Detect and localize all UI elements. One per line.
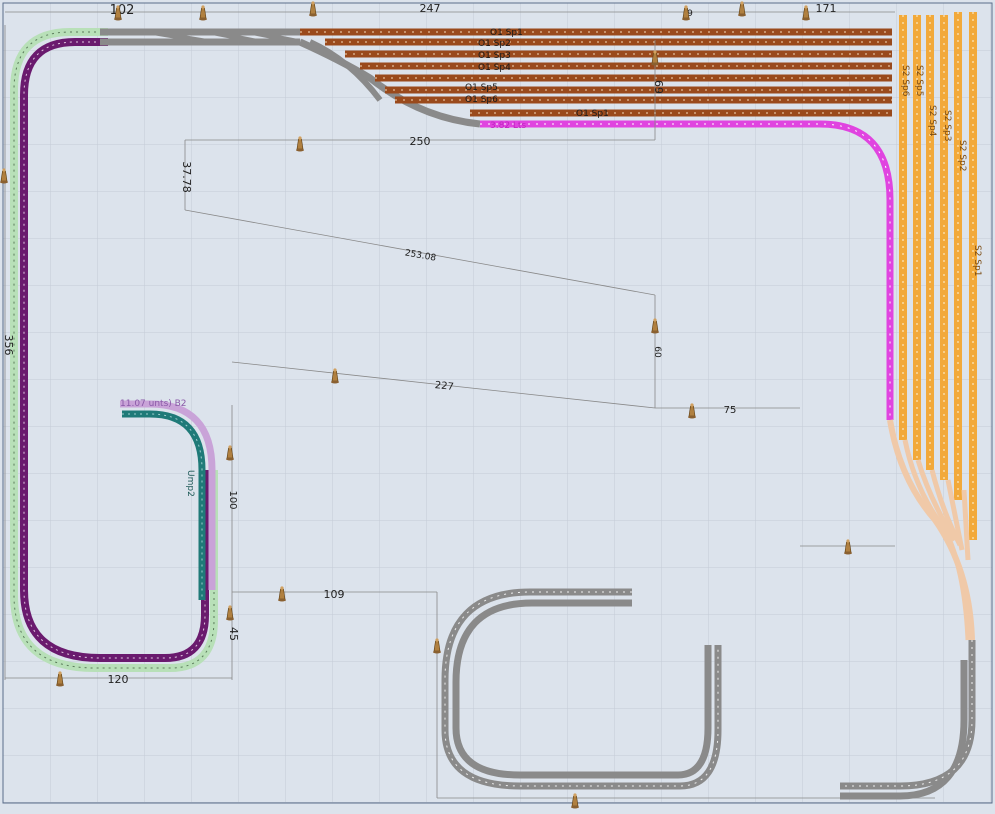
track-plan-svg: 102 247 9 171 250 69 37.78 253.08 60 227…	[0, 0, 995, 810]
dim-bottom-120: 120	[108, 673, 129, 686]
dim-top-left: 102	[110, 3, 135, 18]
label-loop-purple: 11.07 unts) B2	[120, 399, 187, 409]
dim-loop-45: 45	[227, 627, 240, 641]
label-o1-sp6: O1 Sp6	[465, 95, 498, 105]
label-o1-sp3: O1 Sp3	[478, 51, 511, 61]
dim-left-vertical: 37.78	[180, 161, 193, 193]
dim-top-mid: 247	[420, 2, 441, 15]
dim-left-356: 356	[2, 335, 15, 356]
label-loop-teal: Ump2	[185, 470, 195, 497]
dim-small-69: 69	[652, 80, 665, 94]
label-pink: 3.82 Lts	[490, 121, 526, 131]
label-o1-sp1: O1 Sp1	[490, 28, 523, 38]
dim-mid-diag: 227	[434, 380, 454, 393]
dim-top-right: 171	[816, 2, 837, 15]
label-s2-sp1: S2 Sp1	[972, 245, 982, 276]
dim-right-60: 60	[652, 346, 662, 358]
label-o1-sp5: O1 Sp5	[465, 83, 498, 93]
dim-mid-109: 109	[324, 588, 345, 601]
label-s2-sp2: S2 Sp2	[957, 140, 967, 171]
label-s2-sp5: S2 Sp5	[914, 65, 924, 96]
label-o1-sp1-b: O1 Sp1	[576, 109, 609, 119]
dim-upper-wide: 250	[410, 135, 431, 148]
label-s2-sp3: S2 Sp3	[942, 110, 952, 141]
track-plan-canvas[interactable]: 102 247 9 171 250 69 37.78 253.08 60 227…	[0, 0, 995, 810]
label-s2-sp4: S2 Sp4	[927, 105, 937, 137]
label-s2-sp6: S2 Sp6	[900, 65, 910, 97]
label-o1-sp2: O1 Sp2	[478, 39, 511, 49]
dim-loop-100: 100	[227, 490, 238, 509]
dim-right-75: 75	[724, 405, 737, 416]
label-o1-sp4: O1 Sp4	[478, 63, 511, 73]
